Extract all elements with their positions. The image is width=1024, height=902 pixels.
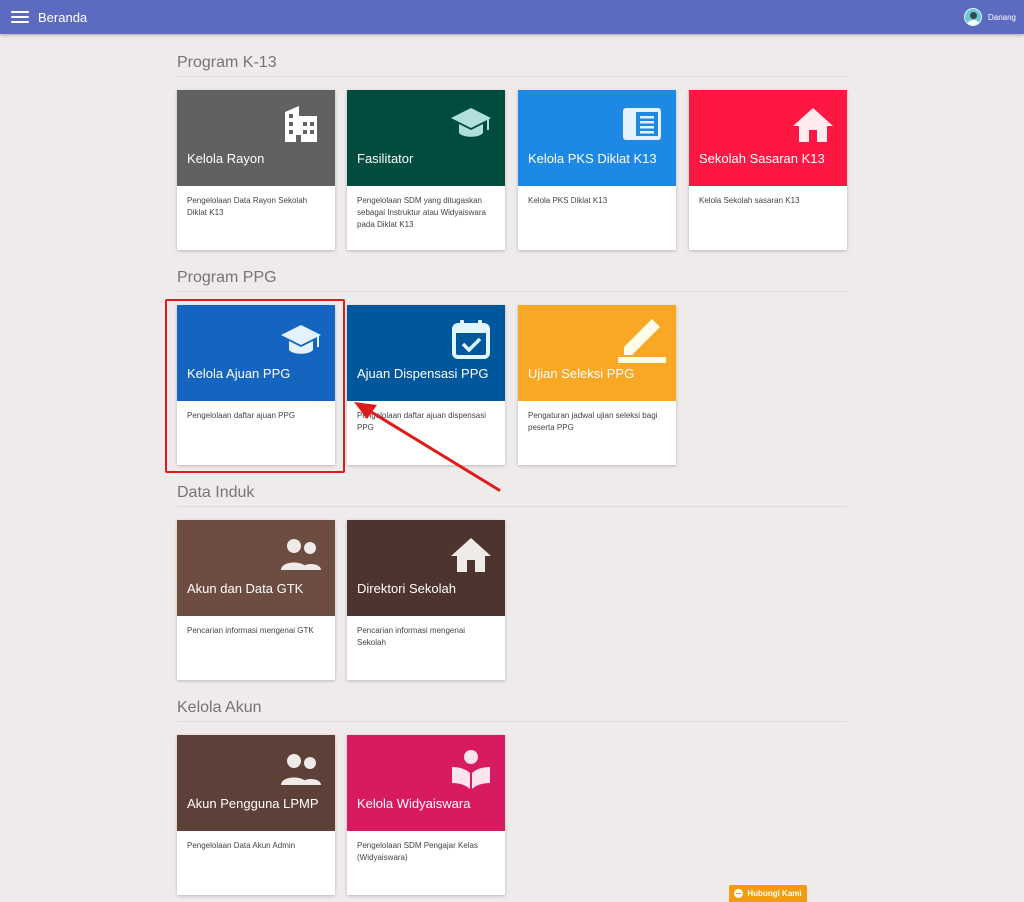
card-header: Akun dan Data GTK [177,520,335,616]
top-app-bar: Beranda Danang [0,0,1024,34]
section-divider [177,506,847,507]
menu-icon[interactable] [11,10,29,24]
card-akun-pengguna-lpmp[interactable]: Akun Pengguna LPMP Pengelolaan Data Akun… [177,735,335,895]
card-description: Pengelolaan Data Rayon Sekolah Diklat K1… [187,196,308,217]
people-icon [281,754,321,785]
graduation-cap-icon [281,325,321,354]
card-description: Kelola Sekolah sasaran K13 [699,196,800,205]
document-icon [623,108,661,140]
card-header: Kelola Ajuan PPG [177,305,335,401]
card-title: Direktori Sekolah [357,581,456,596]
card-kelola-ajuan-ppg[interactable]: Kelola Ajuan PPG Pengelolaan daftar ajua… [177,305,335,465]
home-icon [451,538,491,572]
pencil-icon [618,319,666,363]
section-title-data-induk: Data Induk [177,484,255,501]
card-header: Ajuan Dispensasi PPG [347,305,505,401]
card-header: Sekolah Sasaran K13 [689,90,847,186]
card-header: Akun Pengguna LPMP [177,735,335,831]
card-description: Pencarian informasi mengenai GTK [187,626,314,635]
people-icon [281,539,321,570]
card-title: Akun Pengguna LPMP [187,796,319,811]
section-title-kelola-akun: Kelola Akun [177,699,262,716]
card-description: Pengelolaan SDM yang ditugaskan sebagai … [357,196,486,229]
card-kelola-widyaiswara[interactable]: Kelola Widyaiswara Pengelolaan SDM Penga… [347,735,505,895]
card-title: Kelola Ajuan PPG [187,366,291,381]
section-title-program-k13: Program K-13 [177,54,277,71]
card-akun-dan-data-gtk[interactable]: Akun dan Data GTK Pencarian informasi me… [177,520,335,680]
card-ujian-seleksi-ppg[interactable]: Ujian Seleksi PPG Pengaturan jadwal ujia… [518,305,676,465]
avatar [963,8,982,26]
card-title: Kelola PKS Diklat K13 [528,151,657,166]
card-description: Kelola PKS Diklat K13 [528,196,608,205]
card-direktori-sekolah[interactable]: Direktori Sekolah Pencarian informasi me… [347,520,505,680]
card-title: Akun dan Data GTK [187,581,304,596]
section-divider [177,291,847,292]
annotation-arrow-icon [354,402,501,492]
building-icon [285,106,317,142]
card-title: Kelola Widyaiswara [357,796,471,811]
chat-icon [734,889,744,898]
card-header: Kelola Rayon [177,90,335,186]
card-description: Pengelolaan SDM Pengajar Kelas (Widyaisw… [357,841,478,862]
card-kelola-pks-diklat[interactable]: Kelola PKS Diklat K13 Kelola PKS Diklat … [518,90,676,250]
user-name: Danang [987,12,1016,22]
card-header: Fasilitator [347,90,505,186]
card-description: Pencarian informasi mengenai Sekolah [357,626,466,647]
contact-button[interactable]: Hubungi Kami [729,885,807,902]
card-header: Kelola PKS Diklat K13 [518,90,676,186]
card-fasilitator[interactable]: Fasilitator Pengelolaan SDM yang ditugas… [347,90,505,250]
card-title: Ajuan Dispensasi PPG [357,366,489,381]
page-title: Beranda [38,9,88,25]
section-divider [177,76,847,77]
contact-button-label: Hubungi Kami [747,889,802,898]
card-header: Kelola Widyaiswara [347,735,505,831]
card-title: Sekolah Sasaran K13 [699,151,825,166]
card-header: Ujian Seleksi PPG [518,305,676,401]
card-description: Pengelolaan daftar ajuan PPG [187,411,296,420]
graduation-cap-icon [451,108,491,137]
user-menu[interactable]: Danang [963,0,1016,34]
card-kelola-rayon[interactable]: Kelola Rayon Pengelolaan Data Rayon Seko… [177,90,335,250]
card-title: Ujian Seleksi PPG [528,366,635,381]
card-description: Pengelolaan Data Akun Admin [187,841,296,850]
card-description: Pengaturan jadwal ujian seleksi bagi pes… [528,411,658,432]
card-header: Direktori Sekolah [347,520,505,616]
calendar-check-icon [452,320,490,359]
card-ajuan-dispensasi-ppg[interactable]: Ajuan Dispensasi PPG Pengelolaan daftar … [347,305,505,465]
card-title: Fasilitator [357,151,414,166]
book-reader-icon [452,750,490,789]
card-description: Pengelolaan daftar ajuan dispensasi PPG [357,411,486,432]
card-sekolah-sasaran[interactable]: Sekolah Sasaran K13 Kelola Sekolah sasar… [689,90,847,250]
section-title-program-ppg: Program PPG [177,269,277,286]
section-divider [177,721,847,722]
card-title: Kelola Rayon [187,151,265,166]
home-icon [793,108,833,142]
